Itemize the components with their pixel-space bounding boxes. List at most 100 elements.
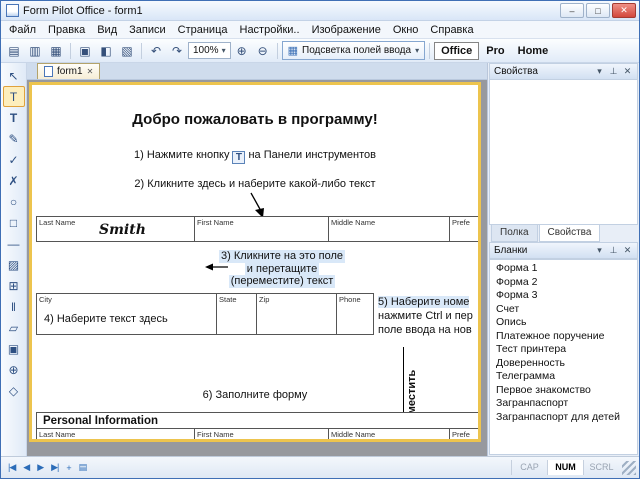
blank-item[interactable]: Тест принтера (490, 343, 637, 357)
blank-item[interactable]: Форма 2 (490, 276, 637, 290)
document-canvas[interactable]: Добро пожаловать в программу! 1) Нажмите… (27, 80, 487, 456)
toolbar-separator (70, 43, 71, 59)
menu-edit[interactable]: Правка (42, 22, 91, 38)
open-icon[interactable]: ▥ (25, 41, 45, 61)
field-phone[interactable]: Phone (337, 294, 373, 334)
form-table-personal[interactable]: Personal Information Last Name First Nam… (36, 412, 481, 442)
document-area: form1 ✕ Добро пожаловать в программу! 1)… (27, 63, 487, 456)
blank-item[interactable]: Первое знакомство (490, 384, 637, 398)
tab-shelf[interactable]: Полка (491, 225, 538, 242)
menu-page[interactable]: Страница (172, 22, 234, 38)
maximize-button[interactable]: □ (586, 3, 610, 18)
blank-item[interactable]: Форма 3 (490, 289, 637, 303)
highlight-fields-button[interactable]: ▦ Подсветка полей ввода ▾ (282, 41, 426, 60)
nav-next-record-button[interactable]: ▶ (33, 462, 47, 473)
text-tool-icon[interactable]: T (3, 107, 25, 128)
close-button[interactable]: ✕ (612, 3, 636, 18)
field-label: Last Name (39, 218, 75, 227)
edition-tab-home[interactable]: Home (512, 43, 555, 59)
chevron-down-icon[interactable]: ▾ (594, 245, 605, 256)
line-tool-icon[interactable]: — (3, 233, 25, 254)
field-first-name[interactable]: First Name (195, 429, 329, 442)
field-state[interactable]: State (217, 294, 257, 334)
resize-grip[interactable] (622, 461, 636, 475)
text-field-tool-icon[interactable]: T (3, 86, 25, 107)
field-last-name[interactable]: Last Name Smith (37, 217, 195, 241)
tab-close-icon[interactable]: ✕ (87, 67, 94, 76)
zoom-select[interactable]: 100% ▾ (188, 42, 231, 59)
print-preview-icon[interactable]: ◧ (96, 41, 116, 61)
pencil-tool-icon[interactable]: ✎ (3, 128, 25, 149)
field-prefix[interactable]: Prefe (450, 217, 481, 241)
zoom-in-icon[interactable]: ⊕ (232, 41, 252, 61)
close-icon[interactable]: ✕ (622, 66, 633, 77)
blank-item[interactable]: Доверенность (490, 357, 637, 371)
right-panel: Свойства ▾ ⊥ ✕ Полка Свойства Бланки ▾ ⊥… (487, 63, 639, 456)
image-tool-icon[interactable]: ▨ (3, 254, 25, 275)
edition-tab-pro[interactable]: Pro (480, 43, 510, 59)
blank-item[interactable]: Загранпаспорт (490, 397, 637, 411)
nav-prev-record-button[interactable]: ◀ (19, 462, 33, 473)
menu-image[interactable]: Изображение (306, 22, 387, 38)
caps-lock-indicator: CAP (511, 460, 547, 475)
save-icon[interactable]: ▦ (46, 41, 66, 61)
barcode-tool-icon[interactable]: ‖ (3, 296, 25, 317)
ellipse-tool-icon[interactable]: ○ (3, 191, 25, 212)
menu-view[interactable]: Вид (91, 22, 123, 38)
select-tool-icon[interactable]: ↖ (3, 65, 25, 86)
field-first-name[interactable]: First Name (195, 217, 329, 241)
menu-file[interactable]: Файл (3, 22, 42, 38)
field-label: Zip (259, 295, 269, 304)
table-tool-icon[interactable]: ⊞ (3, 275, 25, 296)
edition-tab-office[interactable]: Office (434, 42, 479, 60)
nav-first-record-button[interactable]: |◀ (4, 462, 19, 473)
blank-item[interactable]: Счет (490, 303, 637, 317)
document-tab-bar: form1 ✕ (27, 63, 487, 80)
redo-icon[interactable]: ↷ (167, 41, 187, 61)
rectangle-tool-icon[interactable]: □ (3, 212, 25, 233)
blank-item[interactable]: Телеграмма (490, 370, 637, 384)
chevron-down-icon[interactable]: ▾ (594, 66, 605, 77)
field-middle-name[interactable]: Middle Name (329, 217, 450, 241)
form-page[interactable]: Добро пожаловать в программу! 1) Нажмите… (29, 82, 481, 442)
title-bar[interactable]: Form Pilot Office - form1 – □ ✕ (1, 1, 639, 21)
blanks-panel-header[interactable]: Бланки ▾ ⊥ ✕ (489, 242, 638, 259)
scan-icon[interactable]: ▧ (117, 41, 137, 61)
close-icon[interactable]: ✕ (622, 245, 633, 256)
pin-icon[interactable]: ⊥ (608, 245, 619, 256)
nav-last-record-button[interactable]: ▶| (47, 462, 62, 473)
blank-item[interactable]: Форма 1 (490, 262, 637, 276)
document-tab-form1[interactable]: form1 ✕ (37, 63, 100, 79)
blank-item[interactable]: Опись (490, 316, 637, 330)
record-page-icon[interactable]: ▤ (75, 462, 91, 473)
blank-item[interactable]: Загранпаспорт для детей (490, 411, 637, 425)
checkmark-tool-icon[interactable]: ✓ (3, 149, 25, 170)
handwritten-text[interactable]: Smith (99, 222, 146, 238)
menu-records[interactable]: Записи (123, 22, 172, 38)
field-middle-name[interactable]: Middle Name (329, 429, 450, 442)
properties-panel-header[interactable]: Свойства ▾ ⊥ ✕ (489, 63, 638, 80)
stamp-tool-icon[interactable]: ▣ (3, 338, 25, 359)
pin-icon[interactable]: ⊥ (608, 66, 619, 77)
form-table-names[interactable]: Last Name Smith First Name Middle Name P… (36, 216, 481, 242)
menu-help[interactable]: Справка (424, 22, 479, 38)
zoom-out-icon[interactable]: ⊖ (253, 41, 273, 61)
nav-add-record-button[interactable]: + (62, 463, 74, 473)
menu-settings[interactable]: Настройки.. (234, 22, 306, 38)
field-last-name[interactable]: Last Name (37, 429, 195, 442)
menu-window[interactable]: Окно (387, 22, 425, 38)
shape-tool-icon[interactable]: ◇ (3, 380, 25, 401)
tab-properties[interactable]: Свойства (539, 225, 601, 242)
field-prefix[interactable]: Prefe (450, 429, 481, 442)
new-document-icon[interactable]: ▤ (4, 41, 24, 61)
blank-item[interactable]: Платежное поручение (490, 330, 637, 344)
eraser-tool-icon[interactable]: ▱ (3, 317, 25, 338)
minimize-button[interactable]: – (560, 3, 584, 18)
zoom-tool-icon[interactable]: ⊕ (3, 359, 25, 380)
properties-panel-body (489, 80, 638, 225)
print-icon[interactable]: ▣ (75, 41, 95, 61)
cross-tool-icon[interactable]: ✗ (3, 170, 25, 191)
undo-icon[interactable]: ↶ (146, 41, 166, 61)
field-zip[interactable]: Zip (257, 294, 337, 334)
form-welcome-title: Добро пожаловать в программу! (32, 111, 478, 128)
